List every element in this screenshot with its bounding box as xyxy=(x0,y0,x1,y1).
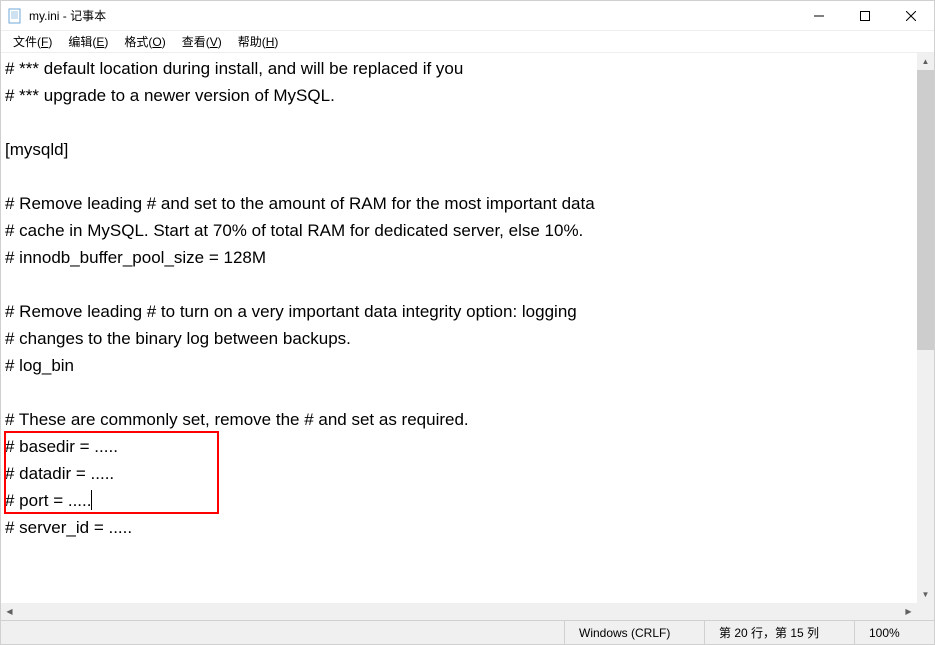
menu-help[interactable]: 帮助(H) xyxy=(230,31,287,52)
scroll-up-button[interactable]: ▲ xyxy=(917,53,934,70)
minimize-button[interactable] xyxy=(796,1,842,31)
window-title: my.ini - 记事本 xyxy=(27,7,796,24)
notepad-icon xyxy=(7,8,23,24)
vertical-scrollbar[interactable]: ▲ ▼ xyxy=(917,53,934,603)
titlebar: my.ini - 记事本 xyxy=(1,1,934,31)
editor-area: # *** default location during install, a… xyxy=(1,53,934,620)
statusbar: Windows (CRLF) 第 20 行，第 15 列 100% xyxy=(1,620,934,644)
menu-format[interactable]: 格式(O) xyxy=(116,31,173,52)
menubar: 文件(F) 编辑(E) 格式(O) 查看(V) 帮助(H) xyxy=(1,31,934,53)
status-encoding: Windows (CRLF) xyxy=(564,621,704,644)
vertical-scroll-thumb[interactable] xyxy=(917,70,934,350)
scroll-left-button[interactable]: ◀ xyxy=(1,603,18,620)
scroll-right-button[interactable]: ▶ xyxy=(900,603,917,620)
menu-edit[interactable]: 编辑(E) xyxy=(60,31,116,52)
close-button[interactable] xyxy=(888,1,934,31)
maximize-button[interactable] xyxy=(842,1,888,31)
scroll-corner xyxy=(917,603,934,620)
window-controls xyxy=(796,1,934,31)
highlight-box xyxy=(4,431,219,514)
menu-view[interactable]: 查看(V) xyxy=(174,31,230,52)
status-cursor-position: 第 20 行，第 15 列 xyxy=(704,621,854,644)
horizontal-scrollbar[interactable]: ◀ ▶ xyxy=(1,603,917,620)
menu-file[interactable]: 文件(F) xyxy=(5,31,60,52)
text-content[interactable]: # *** default location during install, a… xyxy=(1,53,934,603)
status-zoom: 100% xyxy=(854,621,934,644)
scroll-down-button[interactable]: ▼ xyxy=(917,586,934,603)
